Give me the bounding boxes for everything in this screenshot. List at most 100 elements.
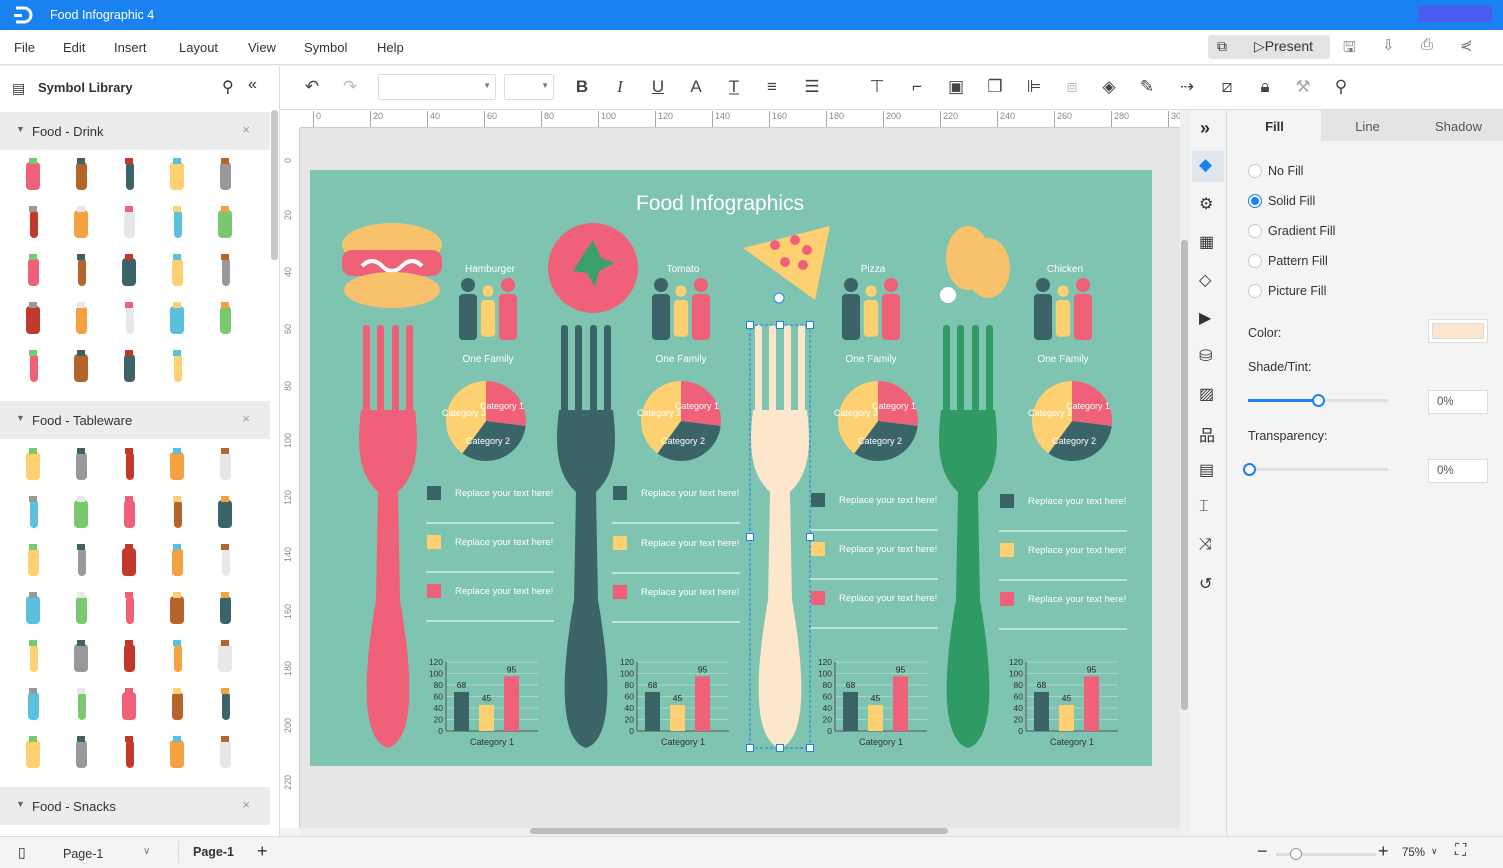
- red-bottle-icon[interactable]: [64, 444, 98, 484]
- line-style-icon[interactable]: ⇢: [1175, 77, 1199, 97]
- canvas-area[interactable]: Food Infographics Hamburger One Family Cate…: [300, 128, 1180, 828]
- chopsticks-icon[interactable]: [64, 684, 98, 724]
- scroll-thumb[interactable]: [530, 828, 948, 834]
- font-size-select[interactable]: ▼: [504, 74, 554, 100]
- font-color-icon[interactable]: A: [684, 77, 708, 97]
- grid-icon[interactable]: ▦: [1199, 232, 1214, 252]
- menu-edit[interactable]: Edit: [63, 40, 85, 55]
- teacup-icon[interactable]: [112, 250, 146, 290]
- plate-icon[interactable]: [112, 636, 146, 676]
- color-picker[interactable]: [1428, 319, 1488, 343]
- pink-cocktail-icon[interactable]: [64, 154, 98, 194]
- blue-glass-icon[interactable]: [16, 540, 50, 580]
- wine-decanter-icon[interactable]: [112, 492, 146, 532]
- shop-icon[interactable]: [208, 732, 242, 772]
- group-icon[interactable]: ⧈: [1060, 77, 1084, 97]
- image-icon[interactable]: ▨: [1199, 384, 1214, 404]
- infographic[interactable]: Food Infographics Hamburger One Family Cate…: [300, 128, 1180, 828]
- close-icon[interactable]: ×: [242, 797, 250, 812]
- salt-mill-icon[interactable]: [112, 588, 146, 628]
- zoom-out-icon[interactable]: −: [1257, 841, 1268, 862]
- spoon-icon[interactable]: [160, 588, 194, 628]
- tall-glass-icon[interactable]: [208, 492, 242, 532]
- menu-board-icon[interactable]: [64, 732, 98, 772]
- org-chart-icon[interactable]: 品: [1199, 422, 1215, 446]
- user-badge[interactable]: [1418, 6, 1492, 22]
- italic-icon[interactable]: I: [608, 77, 632, 97]
- menu-help[interactable]: Help: [377, 40, 404, 55]
- page-layout-icon[interactable]: ▯: [18, 844, 26, 861]
- lock-icon[interactable]: 🔒︎: [1253, 77, 1277, 97]
- scroll-thumb[interactable]: [1181, 240, 1188, 710]
- red-glass-icon[interactable]: [112, 540, 146, 580]
- redo-icon[interactable]: ↷: [338, 77, 362, 97]
- line-spacing-icon[interactable]: ☰: [800, 77, 824, 97]
- pink-bottle-icon[interactable]: [112, 444, 146, 484]
- plate-lid-icon[interactable]: [208, 444, 242, 484]
- coconut-drink-icon[interactable]: [112, 298, 146, 338]
- undo-icon[interactable]: ↶: [300, 77, 324, 97]
- align-icon[interactable]: ≡: [760, 77, 784, 97]
- slider-handle[interactable]: [1243, 463, 1256, 476]
- resize-handle[interactable]: [746, 744, 754, 752]
- print-icon[interactable]: ⎙: [1421, 36, 1433, 53]
- page-tab[interactable]: Page-1: [193, 845, 234, 859]
- green-glass-icon[interactable]: [16, 588, 50, 628]
- shuffle-icon[interactable]: ⤨: [1199, 536, 1212, 554]
- fullscreen-icon[interactable]: ⛶: [1455, 842, 1466, 860]
- text-box-icon[interactable]: ⊤: [865, 77, 889, 97]
- share-icon[interactable]: ⋞: [1460, 36, 1473, 54]
- add-page-icon[interactable]: +: [257, 841, 268, 862]
- picture-fill-radio[interactable]: [1248, 284, 1262, 298]
- pink-drink-icon[interactable]: [112, 154, 146, 194]
- resize-handle[interactable]: [806, 321, 814, 329]
- font-family-select[interactable]: ▼: [378, 74, 496, 100]
- text-style-icon[interactable]: T̲: [722, 77, 746, 97]
- download-icon[interactable]: ⇩: [1382, 36, 1395, 54]
- tools-icon[interactable]: ⚒: [1291, 77, 1315, 97]
- pattern-fill-radio[interactable]: [1248, 254, 1262, 268]
- teapot-icon[interactable]: [208, 250, 242, 290]
- resize-handle[interactable]: [746, 321, 754, 329]
- transparency-slider[interactable]: [1243, 463, 1388, 476]
- database-icon[interactable]: ⛁: [1199, 346, 1212, 366]
- edit-shape-icon[interactable]: ⧄: [1215, 77, 1239, 97]
- align-left-icon[interactable]: ⊫: [1022, 77, 1046, 97]
- fill-color-icon[interactable]: ◈: [1097, 77, 1121, 97]
- zoom-slider[interactable]: [1276, 848, 1376, 860]
- bold-icon[interactable]: B: [570, 77, 594, 97]
- ladle-icon[interactable]: [208, 588, 242, 628]
- green-cocktail-icon[interactable]: [160, 154, 194, 194]
- container-icon[interactable]: ▣: [944, 77, 968, 97]
- no-fill-radio[interactable]: [1248, 164, 1262, 178]
- liquor-bottle-icon[interactable]: [16, 346, 50, 386]
- chevron-down-icon[interactable]: ∨: [1431, 846, 1438, 857]
- vase-icon[interactable]: [160, 444, 194, 484]
- champagne-icon[interactable]: [208, 298, 242, 338]
- save-icon[interactable]: 🖫: [1343, 37, 1356, 62]
- bottle-icon[interactable]: [16, 444, 50, 484]
- find-icon[interactable]: ⚲: [1329, 77, 1353, 97]
- yellow-glass-icon[interactable]: [208, 540, 242, 580]
- close-icon[interactable]: ×: [242, 122, 250, 137]
- section-food-snacks[interactable]: ▼ Food - Snacks ×: [0, 787, 270, 825]
- line-color-icon[interactable]: ✎: [1135, 77, 1159, 97]
- close-icon[interactable]: ×: [242, 411, 250, 426]
- search-icon[interactable]: ⚲: [222, 77, 234, 97]
- transparency-input[interactable]: 0%: [1428, 459, 1488, 483]
- chevron-down-icon[interactable]: ∨: [143, 846, 150, 857]
- tab-shadow[interactable]: Shadow: [1414, 110, 1503, 141]
- resize-handle[interactable]: [776, 321, 784, 329]
- menu-insert[interactable]: Insert: [114, 40, 147, 55]
- underline-icon[interactable]: U: [646, 77, 670, 97]
- orange-juice-icon[interactable]: [208, 154, 242, 194]
- coffee-cup-icon[interactable]: [64, 250, 98, 290]
- red-cocktail-icon[interactable]: [160, 202, 194, 242]
- fill-icon[interactable]: ◆: [1199, 155, 1212, 175]
- page-select[interactable]: Page-1: [63, 847, 103, 861]
- iced-coffee-icon[interactable]: [208, 202, 242, 242]
- resize-handle[interactable]: [806, 533, 814, 541]
- cocktail-icon[interactable]: [16, 154, 50, 194]
- beer-icon[interactable]: [16, 298, 50, 338]
- soda-bottle-icon[interactable]: [160, 346, 194, 386]
